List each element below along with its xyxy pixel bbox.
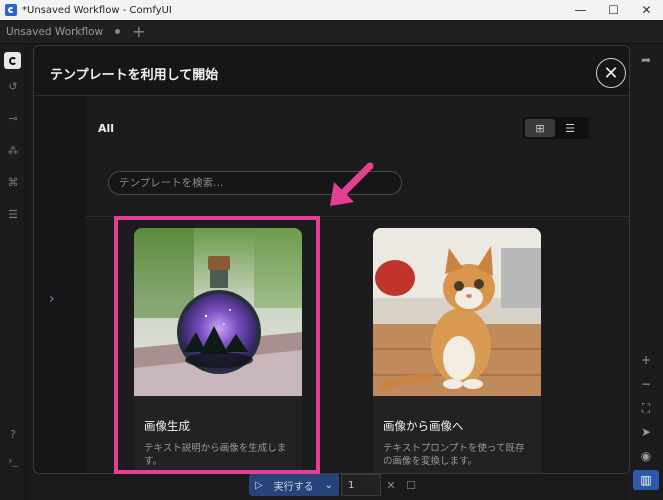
run-toolbar: ▷ 実行する ⌄ 1 ✕ ☐ (249, 474, 421, 496)
unsaved-dot-icon (115, 29, 121, 34)
fit-view-icon[interactable]: ⛶ (629, 398, 663, 418)
history-icon[interactable]: ↺ (6, 80, 20, 94)
queue-icon[interactable]: ⊸ (6, 112, 20, 126)
run-label: 実行する (273, 481, 314, 493)
list-view-icon[interactable]: ☰ (555, 119, 585, 137)
batch-count-input[interactable]: 1 (341, 474, 381, 496)
minimap-icon[interactable]: ▥ (633, 470, 659, 490)
chevron-down-icon[interactable]: ⌄ (325, 480, 333, 491)
add-tab-button[interactable]: + (132, 22, 145, 41)
visibility-icon[interactable]: ◉ (629, 446, 663, 466)
dialog-close-button[interactable]: ✕ (596, 58, 626, 88)
workflows-icon[interactable]: ☰ (6, 208, 20, 222)
dialog-header: テンプレートを利用して開始 ✕ (34, 46, 629, 96)
card-title: 画像から画像へ (383, 419, 464, 433)
tab-unsaved-workflow[interactable]: Unsaved Workflow (0, 20, 126, 44)
canvas-controls: ➦ + − ⛶ ➤ ◉ ▥ (629, 44, 663, 500)
category-heading: All (98, 122, 115, 135)
share-icon[interactable]: ➦ (629, 50, 663, 70)
zoom-in-icon[interactable]: + (629, 350, 663, 370)
view-mode-toggle: ⊞ ☰ (523, 117, 589, 139)
expand-sidebar-chevron-icon[interactable]: › (49, 291, 55, 307)
zoom-out-icon[interactable]: − (629, 374, 663, 394)
pointer-arrow-icon (330, 162, 374, 206)
workflow-tab-bar: Unsaved Workflow + (0, 20, 663, 44)
comfyui-app-icon (5, 4, 17, 16)
template-card-image-to-image[interactable]: 画像から画像へ テキストプロンプトを使って既存の画像を変換します。 (373, 228, 541, 473)
terminal-icon[interactable]: ›_ (6, 454, 20, 468)
window-titlebar: *Unsaved Workflow - ComfyUI — ☐ ✕ (0, 0, 663, 20)
kitten-thumbnail (373, 228, 541, 396)
help-icon[interactable]: ? (6, 428, 20, 442)
card-description: テキストプロンプトを使って既存の画像を変換します。 (383, 443, 525, 467)
close-window-button[interactable]: ✕ (630, 0, 663, 20)
left-sidebar: ↺ ⊸ ⁂ ⌘ ☰ ? ›_ (0, 44, 26, 500)
dialog-title: テンプレートを利用して開始 (50, 68, 219, 83)
cancel-icon[interactable]: ✕ (381, 479, 401, 492)
node-library-icon[interactable]: ⁂ (6, 144, 20, 158)
comfyui-logo[interactable] (4, 52, 21, 69)
stop-icon[interactable]: ☐ (401, 479, 421, 492)
model-library-icon[interactable]: ⌘ (6, 176, 20, 190)
grid-view-icon[interactable]: ⊞ (525, 119, 555, 137)
select-tool-icon[interactable]: ➤ (629, 422, 663, 442)
tab-label: Unsaved Workflow (6, 25, 104, 38)
run-button[interactable]: ▷ 実行する ⌄ (249, 474, 339, 496)
play-icon: ▷ (255, 479, 263, 491)
maximize-button[interactable]: ☐ (597, 0, 630, 20)
highlight-box (114, 216, 320, 474)
minimize-button[interactable]: — (564, 0, 597, 20)
window-title: *Unsaved Workflow - ComfyUI (22, 4, 172, 16)
